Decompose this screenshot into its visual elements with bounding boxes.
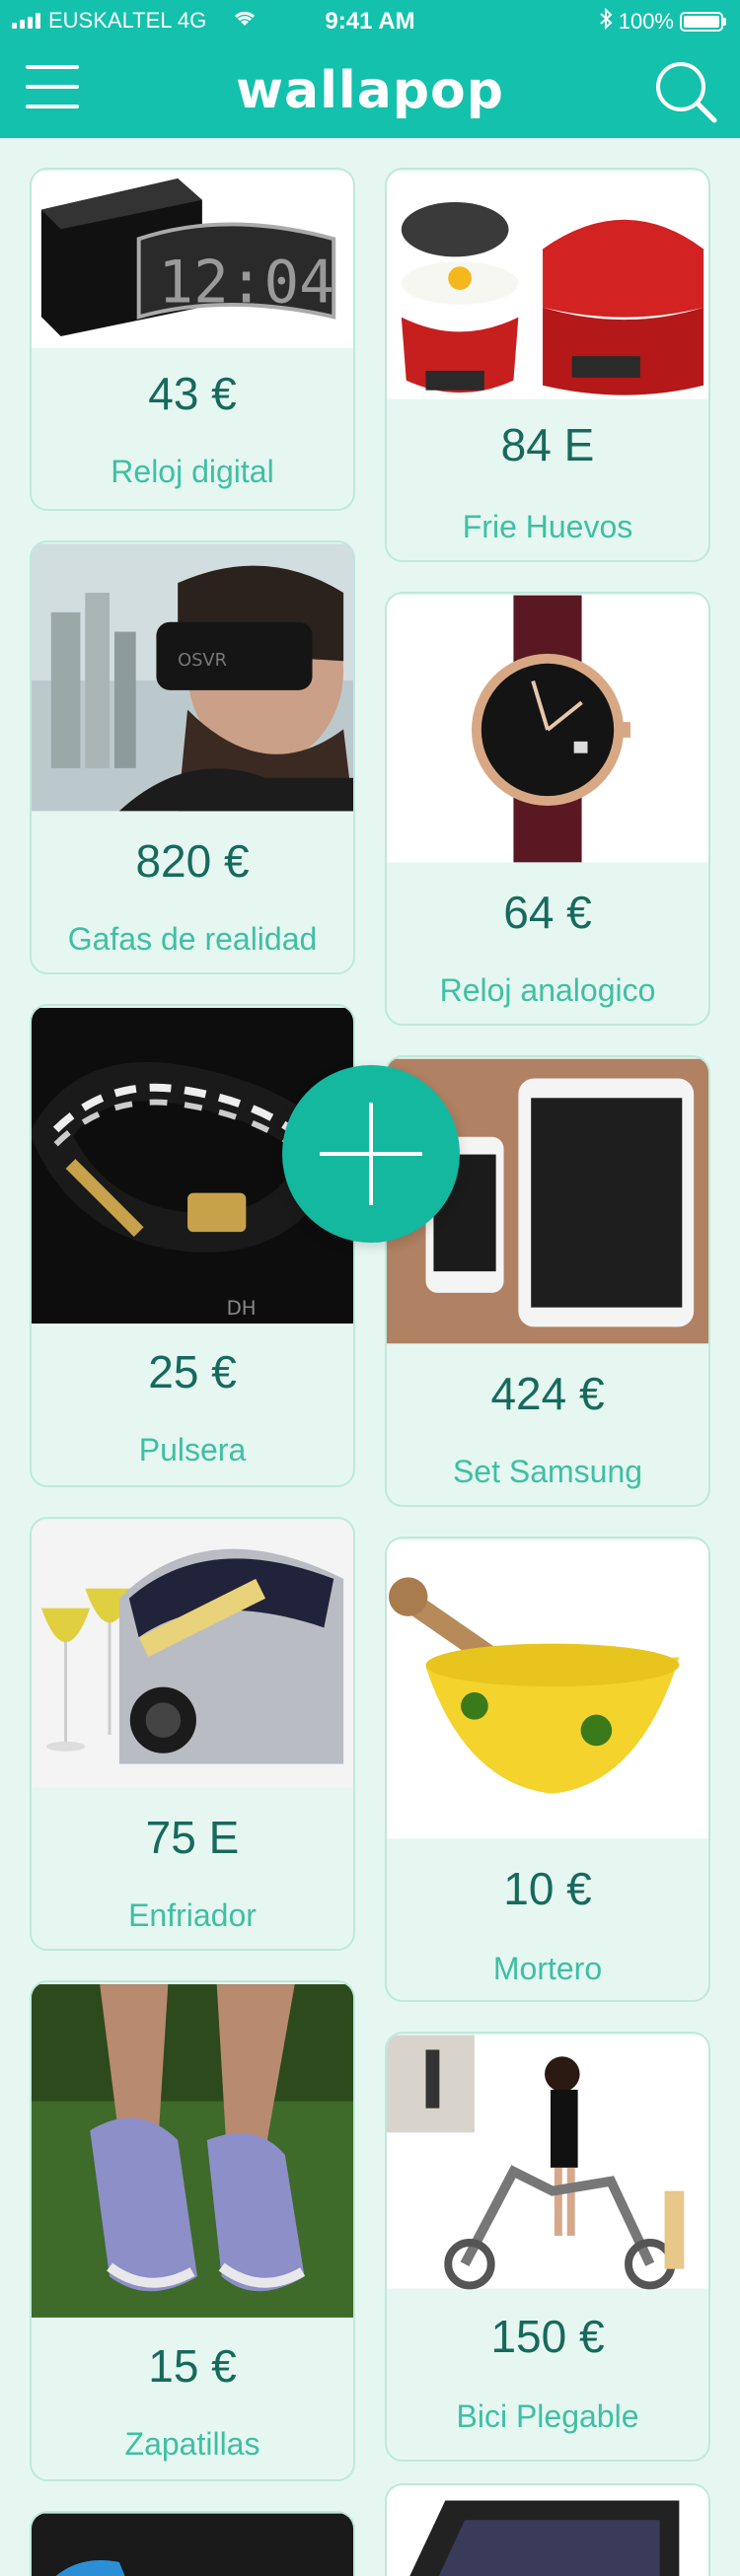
bluetooth-icon: [599, 7, 613, 36]
svg-text:DH: DH: [227, 1297, 257, 1320]
status-bar: EUSKALTEL 4G 9:41 AM 100%: [0, 0, 740, 41]
search-icon: [656, 62, 717, 123]
product-image-sneakers: [32, 1984, 353, 2318]
product-price: 10 €: [503, 1863, 592, 1914]
app-header: EUSKALTEL 4G 9:41 AM 100% wallapop: [0, 0, 740, 138]
product-title: Zapatillas: [124, 2426, 260, 2462]
product-card[interactable]: 10 € Mortero: [385, 1537, 710, 2002]
add-product-button[interactable]: [282, 1065, 460, 1243]
product-card[interactable]: 15 € Zapatillas: [30, 1980, 355, 2481]
product-title: Pulsera: [138, 1432, 247, 1467]
product-price: 150 €: [490, 2311, 605, 2362]
product-price: 25 €: [148, 1346, 237, 1397]
product-image-mortar: [387, 1539, 708, 1839]
product-card[interactable]: 12:04 43 € Reloj digital: [30, 168, 355, 511]
product-price: 84 E: [500, 419, 595, 470]
product-image-digital-watch: 12:04: [32, 171, 353, 348]
search-button[interactable]: [653, 59, 718, 124]
product-price: 64 €: [503, 887, 592, 938]
product-title: Frie Huevos: [462, 509, 633, 544]
plus-icon: [320, 1103, 422, 1205]
battery-icon: [680, 12, 723, 32]
product-title: Reloj analogico: [439, 972, 656, 1008]
product-image-analog-watch: [387, 595, 708, 863]
product-price: 15 €: [148, 2340, 237, 2392]
svg-text:12:04: 12:04: [158, 248, 333, 316]
product-card[interactable]: [30, 2511, 355, 2576]
product-card[interactable]: OSVR 820 € Gafas de realidad: [30, 540, 355, 974]
product-image-wine-cooler: [32, 1520, 353, 1788]
product-image: [32, 2513, 353, 2576]
product-price: 820 €: [135, 835, 250, 887]
product-card[interactable]: [385, 2483, 710, 2576]
product-title: Reloj digital: [111, 454, 274, 489]
product-card[interactable]: 84 E Frie Huevos: [385, 168, 710, 562]
product-title: Set Samsung: [452, 1454, 643, 1489]
product-title: Gafas de realidad: [67, 921, 318, 957]
product-price: 75 E: [145, 1812, 240, 1863]
product-image-vr-glasses: OSVR: [32, 543, 353, 812]
product-title: Enfriador: [128, 1897, 257, 1933]
product-card[interactable]: 75 E Enfriador: [30, 1517, 355, 1951]
battery-percent: 100%: [618, 9, 674, 34]
product-card[interactable]: 64 € Reloj analogico: [385, 592, 710, 1026]
product-image-folding-bike: [387, 2035, 708, 2290]
product-image-egg-fryer: [387, 171, 708, 399]
svg-text:OSVR: OSVR: [178, 650, 227, 671]
app-logo: wallapop: [235, 61, 505, 120]
product-title: Bici Plegable: [456, 2398, 639, 2434]
product-price: 424 €: [490, 1368, 605, 1419]
product-title: Mortero: [492, 1951, 603, 1986]
product-price: 43 €: [148, 368, 237, 419]
product-image: [387, 2485, 708, 2576]
product-card[interactable]: 150 € Bici Plegable: [385, 2032, 710, 2462]
